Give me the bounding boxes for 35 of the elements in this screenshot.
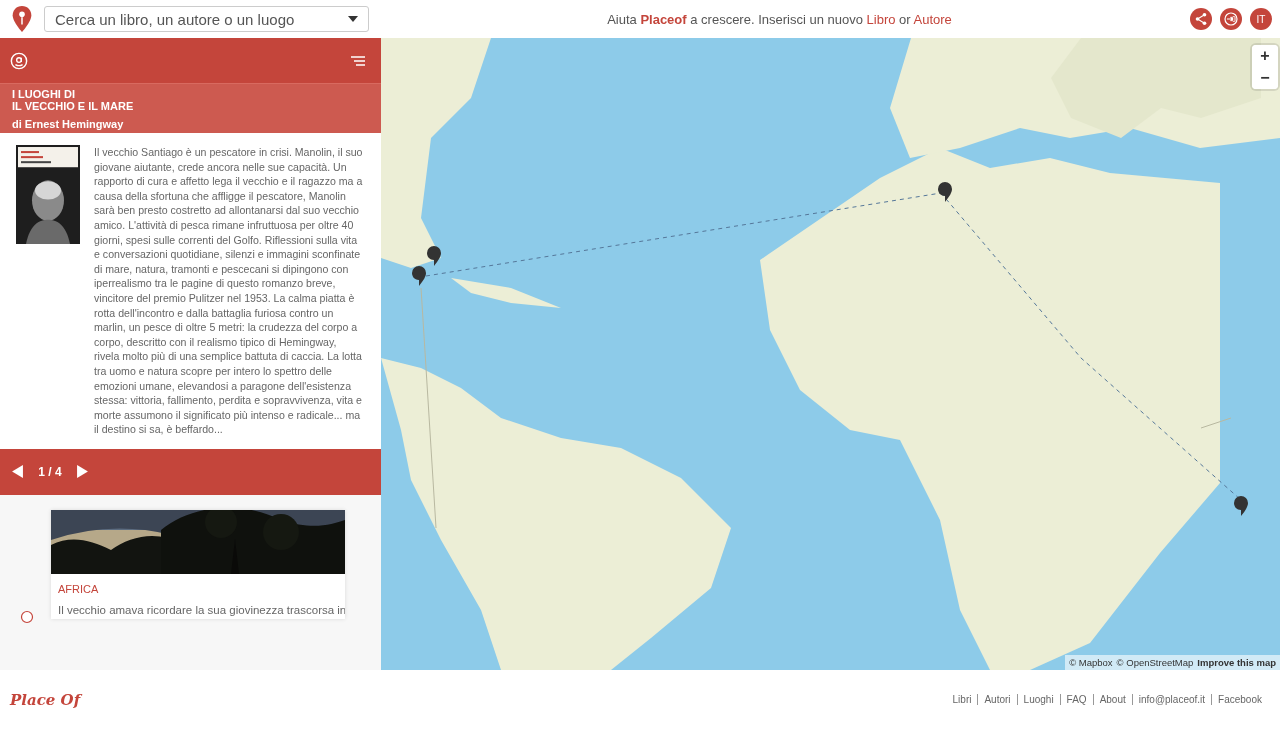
attribution-link[interactable]: © OpenStreetMap xyxy=(1116,657,1194,668)
attribution-link[interactable]: © Mapbox xyxy=(1069,657,1113,668)
placeof-logo[interactable]: Place Of xyxy=(10,690,81,709)
place-description: Il vecchio amava ricordare la sua giovinezza trascorsa in xyxy=(57,602,345,618)
previous-button[interactable] xyxy=(10,463,25,481)
book-author: di Ernest Hemingway xyxy=(12,117,125,131)
left-triangle-icon xyxy=(12,465,23,479)
book-summary: Il vecchio Santiago è un pescatore in crisi. Manolin, il suo giovane aiutante, crede ancora nelle sue capacità. Un rapporto di cura e affetto lega il vecchio e il ragazzo ma a causa della sfortuna che affligge il pescatore, Manolin sarà ben presto costretto ad allontanarsi dal suo vecchio amico. L'attività di pesca rimane infruttuosa per oltre 40 giorni, spesi sulle correnti del Golfo. Riflessioni sulla vita e conversazioni quotidiane, silenzi e immagini sconfinate di mare, natura, tramonti e pescecani si dipingono con iperrealismo tra le pagine di questo romanzo breve, vincitore del premio Pulitzer nel 1953. La calma piatta è rotta dell'incontro e dalla battaglia furiosa contro un marlin, un pesce di oltre 5 metri: la crudezza del corpo a corpo, descritto con il realismo tipico di Hemingway, rivela molto più di una semplice battuta di caccia. La lotta tra uomo e natura scopre per intero lo spettro delle emozioni umane, elevandosi a paragone dell'esistenza stessa: vittoria, fallimento, perdita e sopravvivenza, vita e morte assumono il significato più intenso e radicale... ma il destino si sa, è beffardo... xyxy=(94,145,364,437)
page-counter: 1 / 4 xyxy=(37,464,63,479)
menu-icon[interactable] xyxy=(351,55,365,66)
login-button[interactable] xyxy=(1220,8,1242,30)
search-field[interactable]: Cerca un libro, un autore o un luogo xyxy=(44,6,369,32)
footer-link[interactable]: Autori xyxy=(977,694,1017,705)
next-button[interactable] xyxy=(75,463,90,481)
footer-link[interactable]: info@placeof.it xyxy=(1131,694,1212,705)
footer-link[interactable]: Facebook xyxy=(1211,694,1268,705)
prompt-link[interactable]: Libro xyxy=(866,11,896,27)
place-name: AFRICA xyxy=(57,581,100,597)
place-card[interactable]: AFRICA Il vecchio amava ricordare la sua giovinezza trascorsa in xyxy=(51,509,345,619)
caret-icon xyxy=(348,16,358,22)
login-icon xyxy=(1223,11,1239,27)
prompt-link[interactable]: Autore xyxy=(913,11,952,27)
attribution-link[interactable]: Improve this map xyxy=(1197,657,1276,668)
right-triangle-icon xyxy=(77,465,88,479)
footer-link[interactable]: FAQ xyxy=(1059,694,1093,705)
timeline-marker-icon xyxy=(20,609,34,624)
footer-link[interactable]: Libri xyxy=(946,694,978,705)
share-icon xyxy=(1194,12,1208,26)
contribute-message: Aiuta Placeof a crescere. Inserisci un nuovo Libro or Autore xyxy=(606,11,953,27)
map-pin-logo-icon[interactable] xyxy=(10,5,34,33)
footer-link[interactable]: Luoghi xyxy=(1016,694,1060,705)
footer-link[interactable]: About xyxy=(1092,694,1132,705)
language-button[interactable]: IT xyxy=(1250,8,1272,30)
book-heading: I LUOGHI DI IL VECCHIO E IL MARE xyxy=(12,88,135,112)
share-button[interactable] xyxy=(1190,8,1212,30)
